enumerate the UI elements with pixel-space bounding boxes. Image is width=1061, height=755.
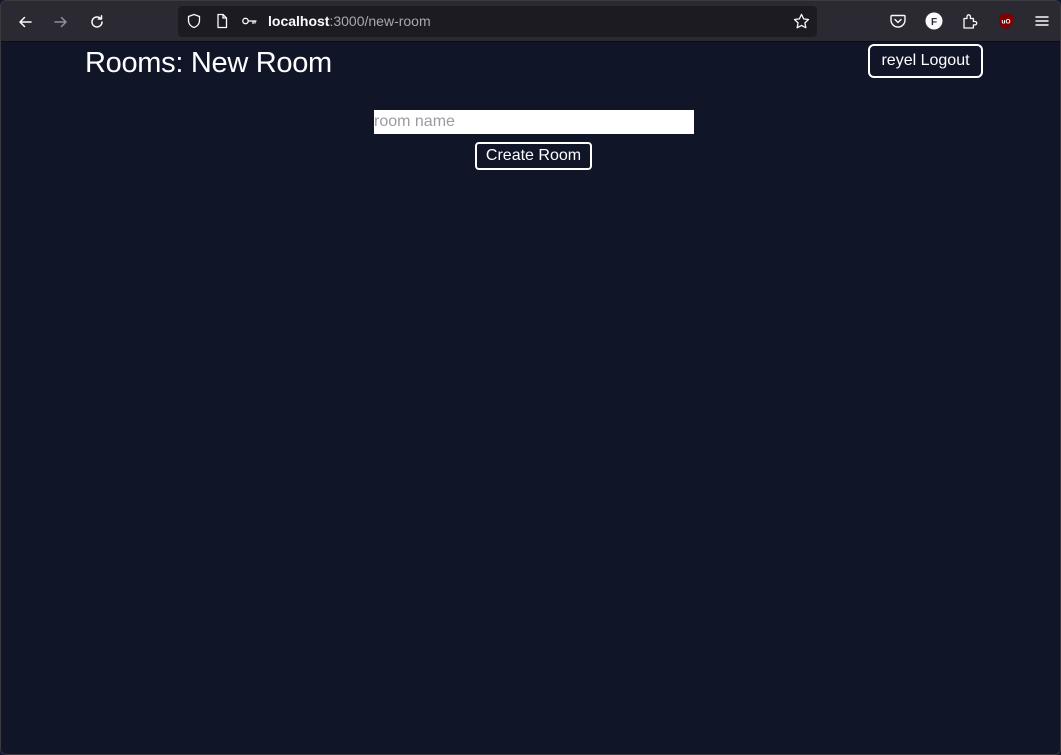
url-bar[interactable]: localhost:3000/new-room <box>178 6 817 37</box>
create-room-button[interactable]: Create Room <box>475 142 592 170</box>
url-text[interactable]: localhost:3000/new-room <box>268 13 431 30</box>
back-arrow-icon[interactable] <box>12 9 38 35</box>
tracking-shield-icon[interactable] <box>186 13 202 29</box>
page-title: Rooms: New Room <box>85 47 332 79</box>
browser-toolbar: localhost:3000/new-room F uO <box>1 1 1060 42</box>
url-host: localhost <box>268 13 330 29</box>
room-name-input[interactable] <box>374 110 694 134</box>
extensions-puzzle-icon[interactable] <box>961 12 979 30</box>
reload-icon[interactable] <box>84 9 110 35</box>
pocket-icon[interactable] <box>889 12 907 30</box>
browser-window: localhost:3000/new-room F uO Rooms: New … <box>0 0 1061 755</box>
bookmark-star-icon[interactable] <box>793 13 810 30</box>
page-icon[interactable] <box>214 13 230 29</box>
account-letter: F <box>931 17 937 28</box>
url-path: :3000/new-room <box>329 13 431 29</box>
ublock-letters: uO <box>1001 19 1010 26</box>
key-icon[interactable] <box>241 13 257 29</box>
ublock-origin-icon[interactable]: uO <box>997 12 1015 30</box>
logout-button[interactable]: reyel Logout <box>868 44 983 78</box>
forward-arrow-icon[interactable] <box>48 9 74 35</box>
page-content: Rooms: New Room reyel Logout Create Room <box>1 42 1060 754</box>
account-icon[interactable]: F <box>925 12 943 30</box>
hamburger-menu-icon[interactable] <box>1033 12 1051 30</box>
